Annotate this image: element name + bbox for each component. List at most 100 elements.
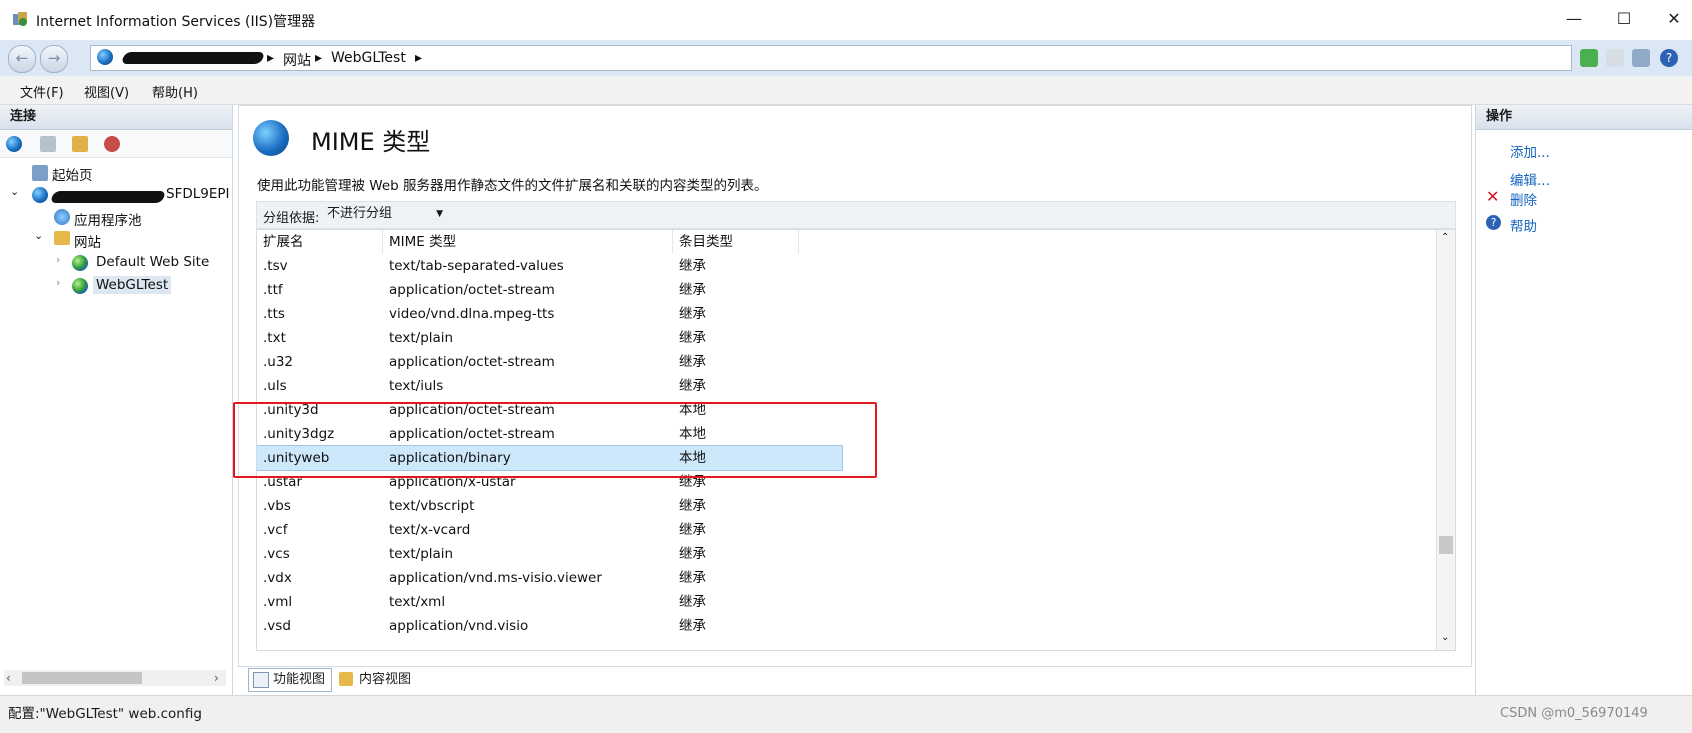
horizontal-scrollbar[interactable]: ‹ › — [4, 670, 226, 686]
forward-button[interactable]: → — [40, 45, 68, 73]
tab-feature-view[interactable]: 功能视图 — [248, 668, 333, 692]
scroll-up-icon[interactable]: ⌃ — [1441, 232, 1449, 243]
save-icon[interactable] — [40, 136, 56, 152]
table-row[interactable]: .vdx application/vnd.ms-visio.viewer 继承 — [257, 566, 842, 590]
cell-entry-type: 继承 — [679, 282, 706, 298]
disconnect-icon[interactable] — [104, 136, 120, 152]
site-globe-icon — [72, 255, 88, 271]
tab-content-view[interactable]: 内容视图 — [334, 668, 418, 692]
action-add[interactable]: 添加... — [1510, 141, 1550, 161]
cell-entry-type: 继承 — [679, 570, 706, 586]
breadcrumb-sites[interactable]: 网站 — [283, 50, 311, 70]
help-icon: ? — [1486, 215, 1501, 230]
connect-globe-icon[interactable] — [6, 136, 22, 152]
cell-mime-type: text/plain — [389, 330, 454, 346]
actions-panel: 操作 添加... 编辑... ✕ 删除 ? 帮助 — [1475, 105, 1692, 695]
table-row[interactable]: .vcf text/x-vcard 继承 — [257, 518, 842, 542]
tab-feature-view-label: 功能视图 — [273, 672, 326, 687]
scroll-left-icon[interactable]: ‹ — [6, 671, 11, 685]
tree-default-web-site[interactable]: Default Web Site — [96, 254, 209, 270]
scroll-down-icon[interactable]: ⌄ — [1441, 632, 1449, 643]
watermark: CSDN @m0_56970149 — [1500, 706, 1648, 721]
table-row[interactable]: .txt text/plain 继承 — [257, 326, 842, 350]
chevron-down-icon[interactable]: ⌄ — [34, 229, 43, 242]
view-tabs: 功能视图 内容视图 — [238, 665, 1470, 693]
group-by-value: 不进行分组 — [327, 206, 393, 221]
cell-extension: .tsv — [263, 258, 288, 274]
cell-mime-type: text/xml — [389, 594, 446, 610]
cell-extension: .tts — [263, 306, 285, 322]
stop-icon[interactable] — [1606, 49, 1624, 67]
tree-start-page[interactable]: 起始页 — [52, 164, 93, 184]
address-box[interactable]: ▸ 网站 ▸ WebGLTest ▸ — [90, 45, 1572, 71]
crumb-separator-icon: ▸ — [315, 50, 323, 66]
status-bar: 配置:"WebGLTest" web.config CSDN @m0_56970… — [0, 695, 1692, 733]
connections-panel: 连接 起始页 ⌄ SFDL9EPI 应用程序池 ⌄ 网站 › Default W… — [0, 105, 233, 695]
table-row[interactable]: .vsd application/vnd.visio 继承 — [257, 614, 842, 638]
up-folder-icon[interactable] — [72, 136, 88, 152]
refresh-icon[interactable] — [1580, 49, 1598, 67]
help-icon[interactable]: ? — [1660, 49, 1678, 67]
redacted-server-name — [120, 52, 266, 64]
cell-mime-type: application/vnd.visio — [389, 618, 529, 634]
table-row[interactable]: .u32 application/octet-stream 继承 — [257, 350, 842, 374]
cell-entry-type: 继承 — [679, 618, 706, 634]
scroll-thumb[interactable] — [1439, 536, 1453, 554]
column-header-extension[interactable]: 扩展名 — [257, 230, 383, 254]
back-button[interactable]: ← — [8, 45, 36, 73]
table-row[interactable]: .vbs text/vbscript 继承 — [257, 494, 842, 518]
tree-webgltest[interactable]: WebGLTest — [93, 276, 172, 294]
tree-sites[interactable]: 网站 — [74, 231, 101, 251]
table-row[interactable]: .tts video/vnd.dlna.mpeg-tts 继承 — [257, 302, 842, 326]
cell-mime-type: application/octet-stream — [389, 282, 555, 298]
maximize-button[interactable]: ☐ — [1610, 8, 1638, 30]
dropdown-arrow-icon: ▼ — [436, 209, 443, 219]
iis-app-icon — [12, 11, 28, 27]
table-row[interactable]: .tsv text/tab-separated-values 继承 — [257, 254, 842, 278]
menu-file[interactable]: 文件(F) — [20, 82, 64, 101]
tree-app-pools[interactable]: 应用程序池 — [74, 209, 142, 229]
table-row[interactable]: .vml text/xml 继承 — [257, 590, 842, 614]
column-header-entry-type[interactable]: 条目类型 — [673, 230, 799, 254]
home-icon[interactable] — [1632, 49, 1650, 67]
column-header-mime-type[interactable]: MIME 类型 — [383, 230, 673, 254]
chevron-down-icon[interactable]: ⌄ — [10, 185, 19, 198]
cell-extension: .vdx — [263, 570, 292, 586]
connections-header: 连接 — [0, 105, 232, 130]
group-by-bar: 分组依据: 不进行分组 ▼ — [256, 201, 1456, 229]
page-title: MIME 类型 — [311, 128, 431, 156]
tab-content-view-label: 内容视图 — [359, 672, 412, 687]
redacted-server-name — [49, 191, 167, 203]
minimize-button[interactable]: — — [1560, 8, 1588, 30]
close-button[interactable]: ✕ — [1660, 8, 1688, 30]
tree-server[interactable]: SFDL9EPI — [166, 186, 230, 202]
chevron-right-icon[interactable]: › — [56, 276, 60, 289]
actions-header: 操作 — [1476, 105, 1692, 130]
vertical-scrollbar[interactable]: ⌃ ⌄ — [1436, 230, 1455, 650]
table-row[interactable]: .uls text/iuls 继承 — [257, 374, 842, 398]
globe-icon — [97, 49, 113, 65]
menu-view[interactable]: 视图(V) — [84, 82, 129, 101]
cell-mime-type: text/x-vcard — [389, 522, 471, 538]
table-row[interactable]: .vcs text/plain 继承 — [257, 542, 842, 566]
table-row[interactable]: .ttf application/octet-stream 继承 — [257, 278, 842, 302]
mime-globe-icon — [253, 120, 289, 156]
chevron-right-icon[interactable]: › — [56, 253, 60, 266]
breadcrumb-webgltest[interactable]: WebGLTest — [331, 50, 406, 66]
action-help[interactable]: 帮助 — [1510, 215, 1537, 235]
cell-extension: .vcf — [263, 522, 288, 538]
cell-entry-type: 继承 — [679, 354, 706, 370]
cell-mime-type: application/octet-stream — [389, 354, 555, 370]
action-edit[interactable]: 编辑... — [1510, 169, 1550, 189]
feature-panel: MIME 类型 使用此功能管理被 Web 服务器用作静态文件的文件扩展名和关联的… — [238, 105, 1472, 667]
scroll-right-icon[interactable]: › — [214, 671, 219, 685]
cell-extension: .u32 — [263, 354, 294, 370]
cell-mime-type: text/iuls — [389, 378, 444, 394]
group-by-select[interactable]: 不进行分组 ▼ — [327, 204, 447, 224]
cell-extension: .vcs — [263, 546, 290, 562]
scroll-thumb[interactable] — [22, 672, 142, 684]
menu-help[interactable]: 帮助(H) — [152, 82, 198, 101]
address-bar-row: ← → ▸ 网站 ▸ WebGLTest ▸ ? — [0, 40, 1692, 76]
action-delete[interactable]: 删除 — [1510, 189, 1537, 209]
cell-extension: .uls — [263, 378, 287, 394]
